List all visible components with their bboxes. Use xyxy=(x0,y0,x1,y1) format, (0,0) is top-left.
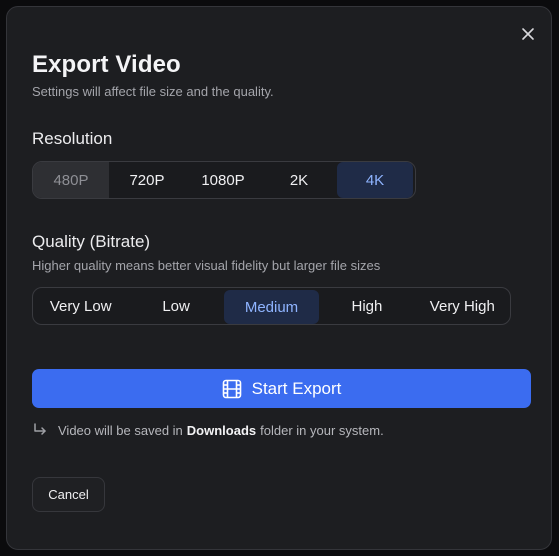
close-button[interactable] xyxy=(518,24,538,44)
resolution-label: Resolution xyxy=(32,129,113,148)
quality-option-medium[interactable]: Medium xyxy=(223,290,320,324)
quality-selector: Very Low Low Medium High Very High xyxy=(32,287,511,325)
quality-option-high[interactable]: High xyxy=(319,289,414,323)
resolution-selector: 480P 720P 1080P 2K 4K xyxy=(32,161,416,199)
note-suffix: folder in your system. xyxy=(260,422,384,438)
quality-option-low[interactable]: Low xyxy=(128,289,223,323)
note-prefix: Video will be saved in xyxy=(58,422,183,438)
quality-label: Quality (Bitrate) xyxy=(32,232,151,251)
return-arrow-icon xyxy=(34,423,46,435)
dialog-subtitle: Settings will affect file size and the q… xyxy=(32,84,274,99)
quality-description: Higher quality means better visual fidel… xyxy=(32,258,381,273)
save-location-note: Video will be saved in Downloads folder … xyxy=(32,422,384,438)
start-export-label: Start Export xyxy=(251,378,342,398)
film-icon xyxy=(222,379,241,398)
resolution-option-1080p[interactable]: 1080P xyxy=(185,162,261,198)
start-export-button[interactable]: Start Export xyxy=(32,369,531,408)
export-dialog: Export Video Settings will affect file s… xyxy=(6,6,552,550)
dialog-title: Export Video xyxy=(32,51,181,78)
note-folder: Downloads xyxy=(186,422,257,438)
resolution-option-2k[interactable]: 2K xyxy=(261,162,337,198)
resolution-option-4k[interactable]: 4K xyxy=(337,162,413,198)
resolution-option-720p[interactable]: 720P xyxy=(109,162,185,198)
quality-option-very-low[interactable]: Very Low xyxy=(33,289,128,323)
cancel-button[interactable]: Cancel xyxy=(32,477,105,512)
close-icon xyxy=(522,28,534,40)
resolution-option-480p[interactable]: 480P xyxy=(33,162,109,198)
quality-option-very-high[interactable]: Very High xyxy=(415,289,510,323)
